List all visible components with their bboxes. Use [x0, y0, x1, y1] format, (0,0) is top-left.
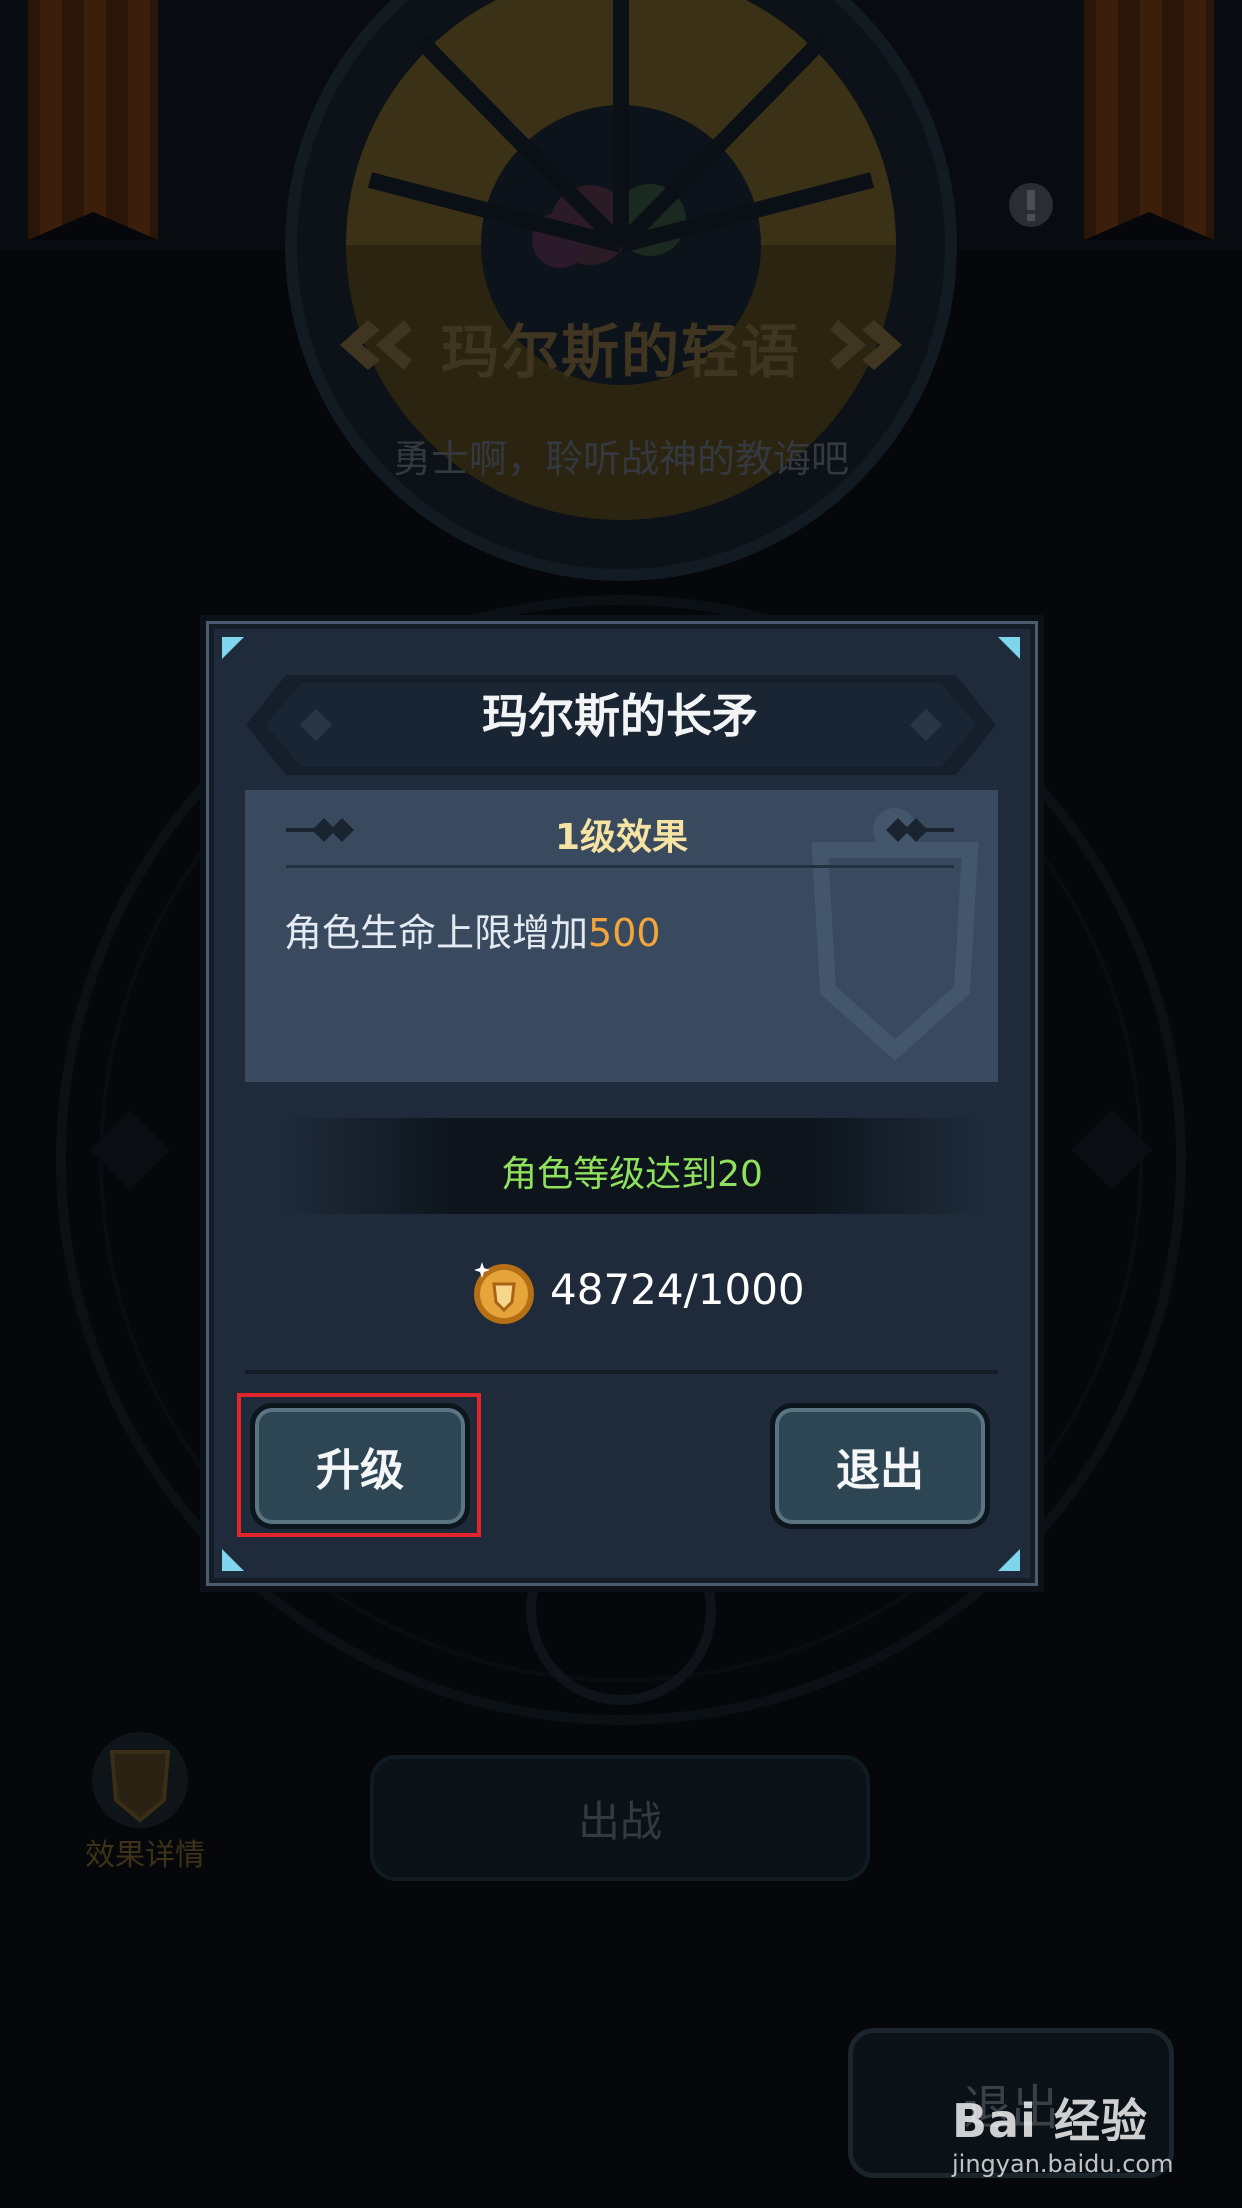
corner-ornament-icon: [222, 1549, 244, 1571]
effect-details-shield-icon: [92, 1732, 188, 1828]
cost-amount: 48724/1000: [550, 1265, 805, 1314]
button-divider: [245, 1370, 998, 1374]
baidu-watermark-url: jingyan.baidu.com: [952, 2150, 1174, 2178]
left-ribbon: [28, 0, 158, 240]
corner-ornament-icon: [222, 637, 244, 659]
background-subtitle: 勇士啊，聆听战神的教诲吧: [392, 437, 849, 481]
coin-icon: [474, 1262, 534, 1324]
dialog-title: 玛尔斯的长矛: [482, 689, 758, 743]
corner-ornament-icon: [998, 637, 1020, 659]
corner-ornament-icon: [998, 1549, 1020, 1571]
upgrade-highlight-box: [237, 1393, 481, 1537]
exit-button[interactable]: 退出: [770, 1403, 990, 1529]
deploy-button: 出战: [370, 1755, 870, 1881]
effect-level-header: 1级效果: [554, 817, 689, 858]
effect-description: 角色生命上限增加500: [284, 902, 661, 957]
effect-details-label: 效果详情: [85, 1838, 205, 1873]
right-ribbon: [1084, 0, 1214, 240]
exclamation-icon: [1009, 183, 1053, 227]
effect-description-text: 角色生命上限增加: [284, 911, 589, 955]
baidu-watermark: Bai 经验: [952, 2094, 1148, 2148]
level-requirement: 角色等级达到20: [501, 1154, 763, 1195]
background-title: 玛尔斯的轻语: [440, 318, 801, 386]
rose-window: [285, 0, 957, 581]
effect-value: 500: [588, 911, 661, 955]
effect-divider: [286, 865, 954, 868]
